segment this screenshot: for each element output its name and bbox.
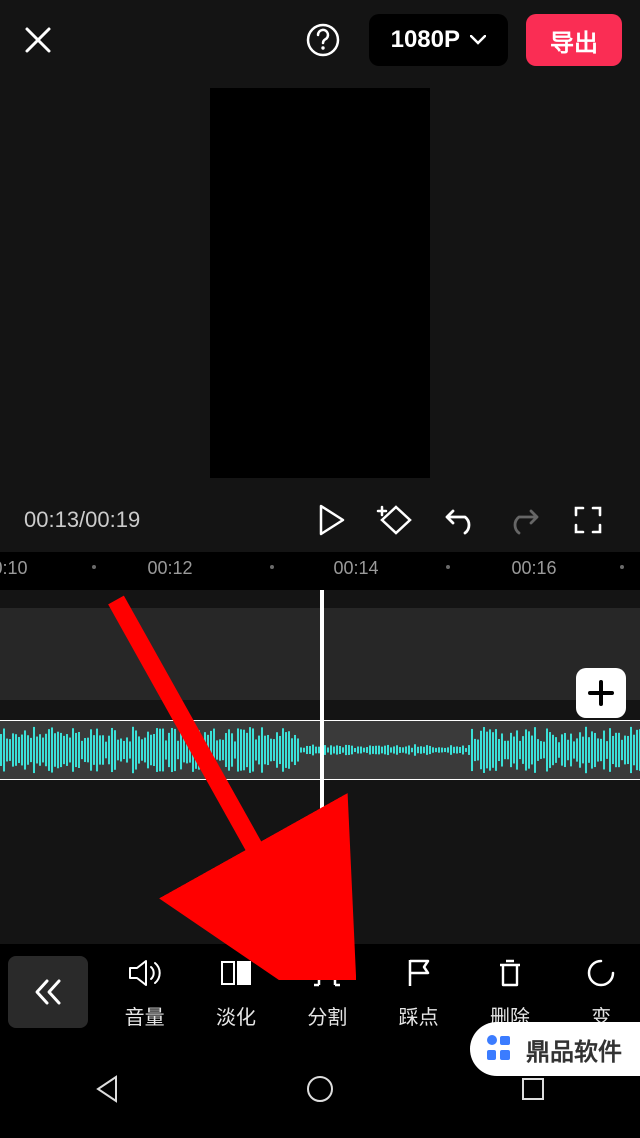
tool-label: 踩点 xyxy=(399,1001,439,1030)
tool-label: 分割 xyxy=(307,1001,347,1030)
timeline-ruler[interactable]: 0:10 00:12 00:14 00:16 xyxy=(0,552,640,590)
time-display: 00:13/00:19 xyxy=(24,507,140,533)
brand-watermark: 鼎品软件 xyxy=(470,1022,640,1076)
tool-beat[interactable]: 踩点 xyxy=(380,955,457,1030)
keyframe-button[interactable] xyxy=(368,496,424,544)
trash-icon xyxy=(495,955,525,991)
export-label: 导出 xyxy=(550,23,598,58)
tool-change[interactable]: 变 xyxy=(563,955,640,1030)
tool-label: 音量 xyxy=(125,1001,165,1030)
video-preview[interactable] xyxy=(210,88,430,478)
resolution-selector[interactable]: 1080P xyxy=(369,14,508,66)
circle-icon xyxy=(586,955,616,991)
chevron-down-icon xyxy=(470,35,486,45)
tool-delete[interactable]: 删除 xyxy=(471,955,548,1030)
ruler-tick xyxy=(270,565,274,569)
tool-volume[interactable]: 音量 xyxy=(106,955,183,1030)
tool-label: 淡化 xyxy=(216,1001,256,1030)
ruler-tick xyxy=(620,565,624,569)
ruler-label: 00:14 xyxy=(333,558,378,579)
redo-icon xyxy=(507,505,541,535)
redo-button[interactable] xyxy=(496,496,552,544)
play-button[interactable] xyxy=(304,496,360,544)
nav-home-button[interactable] xyxy=(270,1059,370,1119)
keyframe-add-icon xyxy=(376,503,416,537)
close-button[interactable] xyxy=(18,20,58,60)
fullscreen-icon xyxy=(573,505,603,535)
tool-split[interactable]: 分割 xyxy=(289,955,366,1030)
speaker-icon xyxy=(127,955,163,991)
playhead[interactable] xyxy=(320,590,324,950)
plus-icon xyxy=(586,678,616,708)
fade-icon xyxy=(219,955,253,991)
flag-icon xyxy=(404,955,434,991)
square-recent-icon xyxy=(520,1076,546,1102)
top-bar: 1080P 导出 xyxy=(0,0,640,80)
nav-back-button[interactable] xyxy=(57,1059,157,1119)
play-icon xyxy=(318,504,346,536)
close-icon xyxy=(23,25,53,55)
help-button[interactable] xyxy=(301,18,345,62)
ruler-label: 00:16 xyxy=(511,558,556,579)
undo-button[interactable] xyxy=(432,496,488,544)
playback-bar: 00:13/00:19 xyxy=(0,490,640,550)
brand-logo-icon xyxy=(482,1032,516,1066)
split-icon xyxy=(310,955,344,991)
export-button[interactable]: 导出 xyxy=(526,14,622,66)
ruler-label: 0:10 xyxy=(0,558,28,579)
help-icon xyxy=(305,22,341,58)
add-clip-button[interactable] xyxy=(576,668,626,718)
fullscreen-button[interactable] xyxy=(560,496,616,544)
chevron-double-left-icon xyxy=(31,977,65,1007)
brand-label: 鼎品软件 xyxy=(526,1032,622,1067)
timeline-tracks[interactable] xyxy=(0,590,640,950)
tool-fade[interactable]: 淡化 xyxy=(197,955,274,1030)
resolution-label: 1080P xyxy=(391,26,460,54)
triangle-back-icon xyxy=(94,1074,120,1104)
undo-icon xyxy=(443,505,477,535)
collapse-button[interactable] xyxy=(8,956,88,1028)
ruler-tick xyxy=(446,565,450,569)
circle-home-icon xyxy=(305,1074,335,1104)
ruler-tick xyxy=(92,565,96,569)
ruler-label: 00:12 xyxy=(147,558,192,579)
